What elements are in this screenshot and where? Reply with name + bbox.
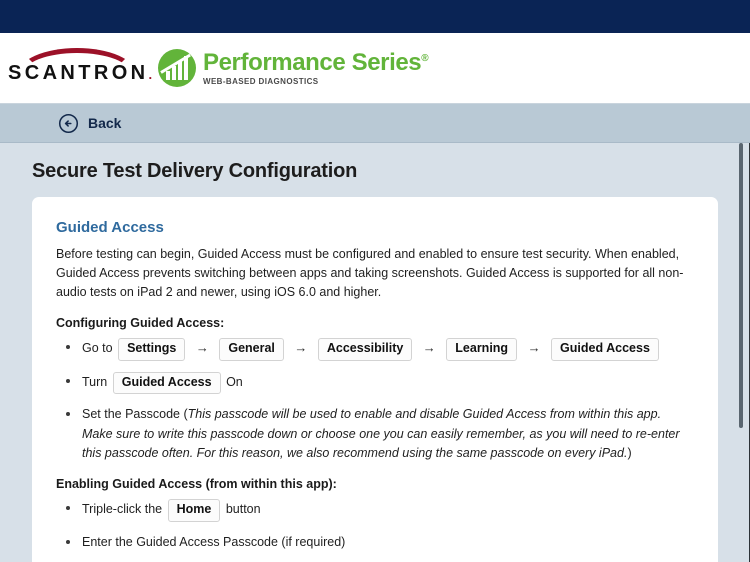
vertical-scrollbar[interactable] — [739, 143, 743, 562]
list-item-set-passcode: Set the Passcode (This passcode will be … — [56, 405, 694, 463]
scantron-dot: . — [148, 67, 153, 82]
chip-settings[interactable]: Settings — [118, 338, 186, 361]
section-heading-guided-access: Guided Access — [56, 219, 164, 236]
configuring-steps-list: Go to Settings → General → Accessibility… — [56, 338, 694, 463]
status-bar — [0, 0, 750, 33]
step-suffix: ) — [627, 446, 632, 460]
chip-guided-access[interactable]: Guided Access — [551, 338, 659, 361]
performance-series-title: Performance Series® — [203, 48, 429, 76]
scantron-wordmark: SCANTRON. — [8, 62, 152, 85]
brand-header: SCANTRON. Performance Series® WEB-BASED … — [0, 33, 750, 104]
step-prefix: Set the Passcode ( — [82, 407, 188, 422]
chip-home[interactable]: Home — [167, 499, 221, 522]
step-suffix: On — [226, 374, 243, 389]
scrollbar-thumb[interactable] — [739, 143, 743, 428]
back-button[interactable]: Back — [58, 113, 121, 134]
step-prefix: Turn — [82, 374, 108, 389]
back-navigation-bar: Back — [0, 104, 750, 143]
arrow-icon-2: → — [294, 340, 308, 355]
subheading-enabling: Enabling Guided Access (from within this… — [56, 477, 337, 492]
content-card: Guided Access Before testing can begin, … — [32, 197, 718, 562]
arrow-left-circle-icon — [58, 113, 79, 133]
performance-series-chart-icon — [158, 49, 196, 87]
performance-series-logo: Performance Series® WEB-BASED DIAGNOSTIC… — [158, 48, 429, 87]
enabling-steps-list: Triple-click the Home button Enter the G… — [56, 499, 694, 562]
performance-series-subtitle: WEB-BASED DIAGNOSTICS — [203, 76, 319, 86]
arrow-icon-4: → — [527, 340, 541, 355]
chip-accessibility[interactable]: Accessibility — [317, 338, 413, 361]
chip-guided-access-toggle[interactable]: Guided Access — [112, 371, 221, 395]
chip-general[interactable]: General — [219, 338, 284, 361]
list-item-triple-click-home: Triple-click the Home button — [56, 499, 694, 522]
subheading-configuring: Configuring Guided Access: — [56, 316, 225, 330]
intro-paragraph: Before testing can begin, Guided Access … — [56, 247, 684, 299]
arrow-icon-3: → — [422, 340, 436, 355]
page-title: Secure Test Delivery Configuration — [32, 160, 358, 182]
content-scroll-area[interactable]: Secure Test Delivery Configuration Guide… — [0, 143, 750, 562]
list-item-enter-passcode: Enter the Guided Access Passcode (if req… — [56, 533, 694, 552]
scantron-name: SCANTRON — [8, 62, 149, 84]
step-suffix: button — [225, 502, 261, 517]
registered-mark: ® — [421, 52, 429, 64]
back-button-label: Back — [88, 115, 122, 131]
scantron-logo: SCANTRON. — [8, 48, 152, 88]
list-item-go-to-path: Go to Settings → General → Accessibility… — [56, 338, 694, 361]
step-prefix: Go to — [82, 341, 113, 355]
arrow-icon-1: → — [195, 340, 209, 355]
step-prefix: Triple-click the — [82, 502, 163, 517]
step-prefix: Enter the Guided Access Passcode (if req… — [82, 535, 346, 549]
list-item-turn-on: Turn Guided Access On — [56, 371, 694, 395]
chip-learning[interactable]: Learning — [446, 338, 518, 361]
ps-title-text: Performance Series — [203, 48, 422, 76]
